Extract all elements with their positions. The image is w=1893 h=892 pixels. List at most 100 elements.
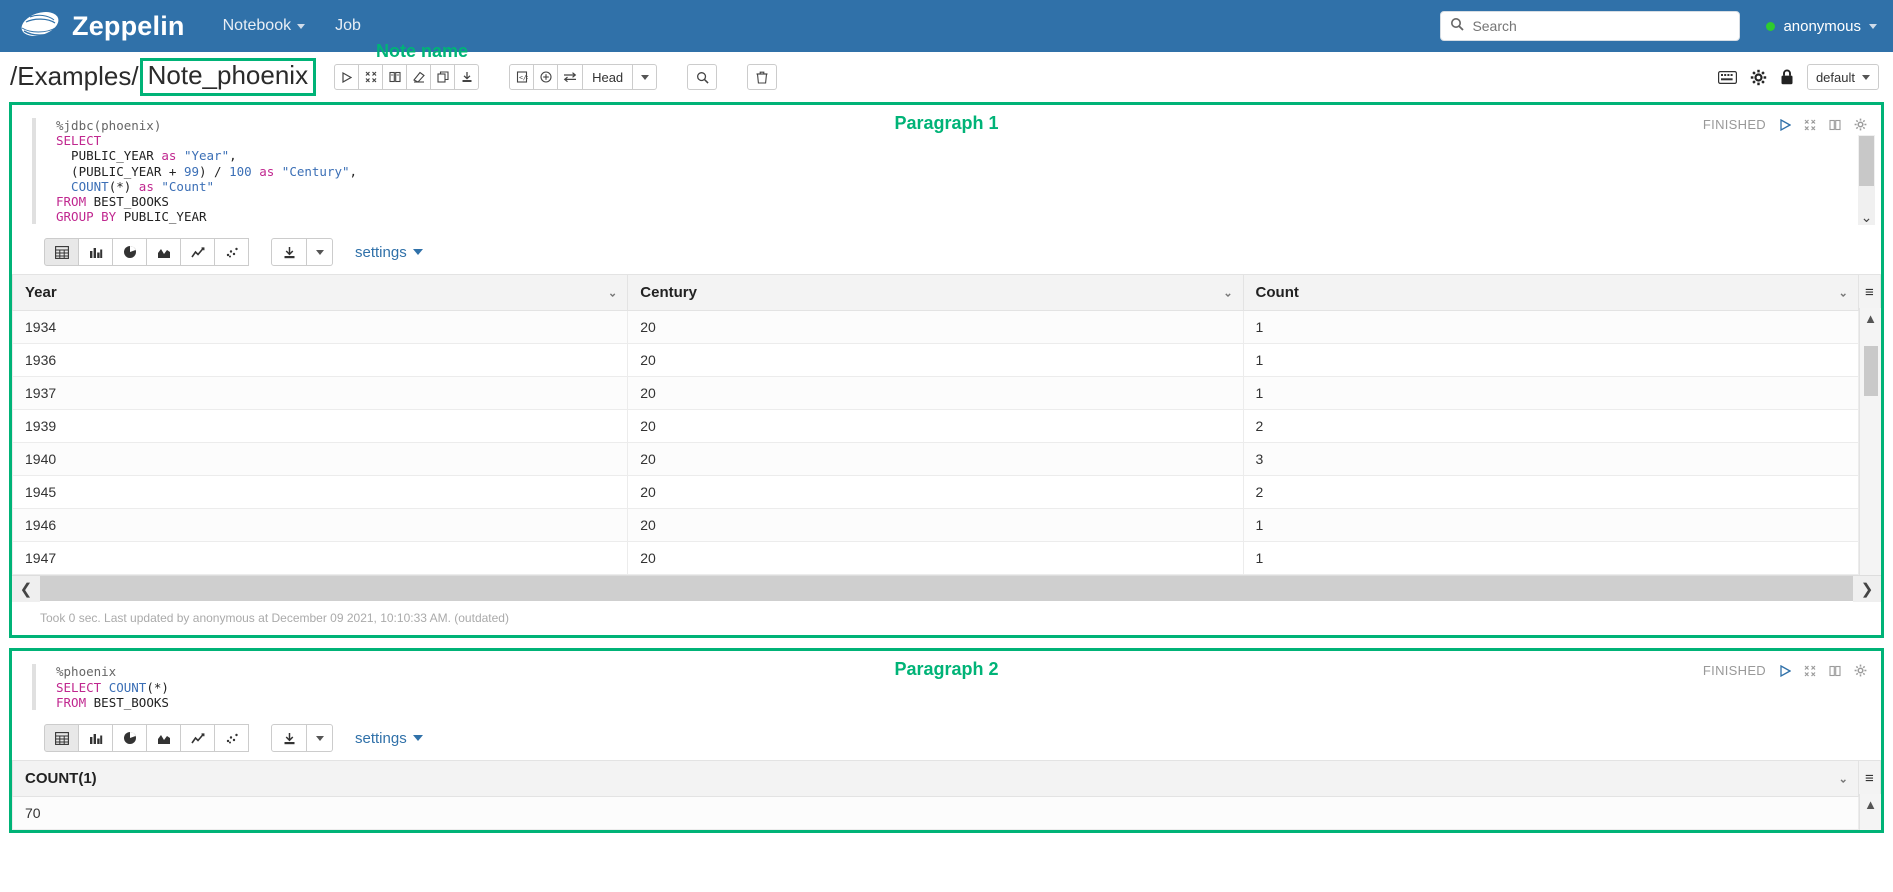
pie-chart-viz-button[interactable] [112, 724, 147, 753]
user-menu[interactable]: anonymous [1766, 18, 1877, 35]
nav-item-notebook[interactable]: Notebook [223, 17, 306, 35]
settings-label: settings [355, 729, 407, 747]
table-header-cell[interactable]: Year ⌄ [11, 274, 629, 312]
annotation-paragraph-1: Paragraph 1 [894, 113, 999, 133]
table-cell: 1 [1242, 343, 1859, 378]
head-size-label[interactable]: Head [582, 64, 634, 90]
table-cell: 20 [627, 475, 1244, 510]
chevron-down-icon[interactable]: ⌄ [1223, 286, 1232, 299]
scroll-down-arrow-icon[interactable]: ⌄ [1861, 210, 1873, 225]
brand-logo-area[interactable]: Zeppelin [18, 9, 185, 43]
download-options-dropdown[interactable] [307, 724, 333, 753]
interpreter-binding-select[interactable]: default [1806, 64, 1879, 90]
table-cell: 1 [1242, 508, 1859, 543]
result-table-2: COUNT(1) ⌄ ≡ 70 [12, 760, 1882, 831]
download-data-button[interactable] [271, 238, 307, 267]
note-action-buttons [334, 64, 480, 90]
delete-note-button[interactable] [747, 64, 778, 90]
scatter-chart-viz-button[interactable] [214, 724, 249, 753]
run-all-paragraphs-button[interactable] [334, 64, 360, 90]
table-cell: 20 [627, 409, 1244, 444]
toggle-view-button[interactable] [557, 64, 584, 90]
area-chart-viz-button[interactable] [146, 724, 181, 753]
scrollbar-thumb[interactable] [1859, 136, 1874, 186]
table-row: 1945 20 2 [11, 475, 1882, 510]
table-head: Year ⌄ Century ⌄ Count ⌄ ≡ [11, 274, 1882, 312]
table-viz-button[interactable] [44, 724, 79, 753]
scatter-chart-viz-button[interactable] [214, 238, 249, 267]
table-header-label: COUNT(1) [25, 770, 97, 788]
scroll-right-arrow-icon[interactable]: ❯ [1853, 575, 1881, 602]
table-cell: 20 [627, 343, 1244, 378]
chevron-down-icon [315, 249, 324, 255]
settings-toggle[interactable]: settings [355, 244, 423, 261]
chevron-down-icon[interactable]: ⌄ [1839, 772, 1848, 785]
chevron-down-icon [640, 74, 649, 80]
search-code-button[interactable] [687, 64, 718, 90]
add-permission-button[interactable] [533, 64, 559, 90]
scrollbar-thumb[interactable] [1863, 346, 1878, 397]
table-header-cell[interactable]: COUNT(1) ⌄ [12, 760, 1859, 798]
search-box[interactable] [1440, 11, 1741, 41]
pie-chart-viz-button[interactable] [112, 238, 147, 267]
scroll-up-arrow-icon[interactable]: ▲ [1864, 311, 1877, 326]
note-mode-buttons: </> Head [509, 64, 658, 90]
table-vertical-scrollbar[interactable]: ▲ [1859, 794, 1881, 831]
editor-vertical-scrollbar[interactable]: ⌄ [1858, 135, 1875, 225]
online-status-icon [1766, 21, 1776, 31]
bar-chart-viz-button[interactable] [78, 238, 113, 267]
scroll-up-arrow-icon[interactable]: ▲ [1864, 797, 1877, 812]
clear-all-output-button[interactable] [406, 64, 432, 90]
scroll-left-arrow-icon[interactable]: ❮ [12, 575, 40, 602]
table-cell: 1945 [11, 475, 629, 510]
nav-item-job-label: Job [335, 17, 361, 34]
show-code-toggle-button[interactable]: </> [509, 64, 535, 90]
download-options-dropdown[interactable] [307, 238, 333, 267]
table-header-label: Century [640, 284, 697, 302]
table-header-cell[interactable]: Count ⌄ [1242, 274, 1859, 312]
keyboard-shortcuts-icon[interactable] [1717, 70, 1737, 84]
table-header-row: Year ⌄ Century ⌄ Count ⌄ ≡ [11, 274, 1882, 312]
clone-note-button[interactable] [430, 64, 456, 90]
settings-toggle[interactable]: settings [355, 730, 423, 747]
user-name-label: anonymous [1783, 17, 1861, 35]
gear-icon[interactable] [1750, 69, 1767, 86]
table-menu-button[interactable]: ≡ [1857, 760, 1882, 798]
table-header-cell[interactable]: Century ⌄ [627, 274, 1244, 312]
hide-all-output-button[interactable] [382, 64, 408, 90]
download-data-button[interactable] [271, 724, 307, 753]
head-size-dropdown-button[interactable] [632, 64, 658, 90]
table-cell: 1 [1242, 376, 1859, 411]
paragraph-1: Paragraph 1 FINISHED %jdbc(phoenix) SELE… [9, 102, 1884, 639]
hamburger-menu-icon: ≡ [1865, 284, 1874, 302]
table-vertical-scrollbar[interactable]: ▲ ▼ [1859, 308, 1881, 602]
note-name-title[interactable]: Note_phoenix [139, 58, 317, 96]
search-input[interactable] [1470, 17, 1731, 35]
hide-all-code-button[interactable] [358, 64, 384, 90]
table-cell: 1 [1242, 541, 1859, 576]
table-row: 1946 20 1 [11, 508, 1882, 543]
table-row: 1934 20 1 [11, 310, 1882, 345]
table-row: 1940 20 3 [11, 442, 1882, 477]
table-header-label: Count [1255, 284, 1299, 302]
line-chart-viz-button[interactable] [180, 724, 215, 753]
area-chart-viz-button[interactable] [146, 238, 181, 267]
chevron-down-icon[interactable]: ⌄ [1839, 286, 1848, 299]
breadcrumb: /Examples/ Note_phoenix [10, 58, 317, 96]
table-cell: 1934 [11, 310, 629, 345]
note-header: Note name /Examples/ Note_phoenix </ Hea… [0, 41, 1893, 102]
paragraph-1-body: FINISHED %jdbc(phoenix) SELECT PUBLIC_YE… [11, 105, 1882, 635]
chevron-down-icon[interactable]: ⌄ [608, 286, 617, 299]
table-body: 1934 20 1 1936 20 1 1937 20 1 1939 20 2 1940 20 3 1945 2… [11, 310, 1882, 576]
nav-item-job[interactable]: Job [335, 17, 361, 35]
table-row: 70 [12, 796, 1882, 831]
bar-chart-viz-button[interactable] [78, 724, 113, 753]
table-menu-button[interactable]: ≡ [1857, 274, 1882, 312]
lock-icon[interactable] [1780, 69, 1794, 85]
table-cell: 70 [12, 796, 1859, 831]
table-horizontal-scrollbar[interactable]: ❮ ❯ [12, 575, 1881, 602]
hamburger-menu-icon: ≡ [1865, 770, 1874, 788]
line-chart-viz-button[interactable] [180, 238, 215, 267]
export-note-button[interactable] [454, 64, 480, 90]
table-viz-button[interactable] [44, 238, 79, 267]
